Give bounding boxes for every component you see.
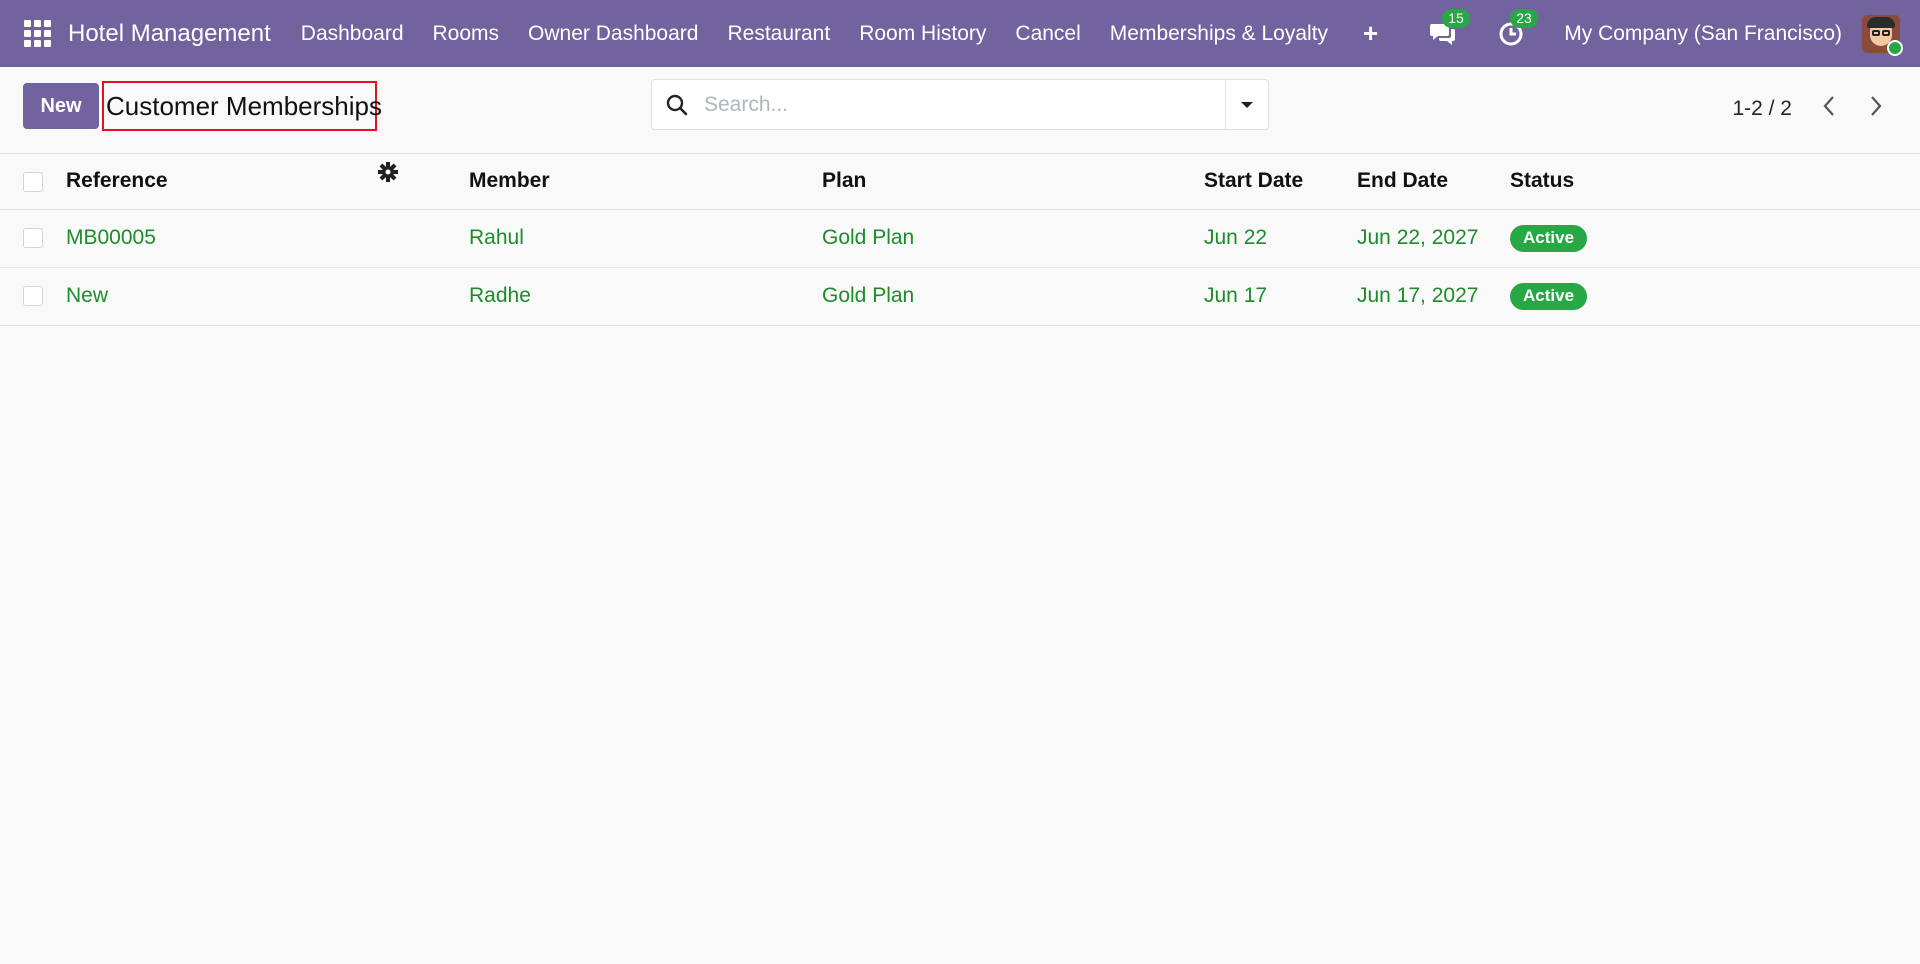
cell-plan[interactable]: Gold Plan: [822, 267, 1204, 326]
column-header-reference[interactable]: Reference: [66, 154, 469, 210]
column-header-status[interactable]: Status: [1510, 154, 1920, 210]
column-header-start-date[interactable]: Start Date: [1204, 154, 1357, 210]
search-input[interactable]: [702, 80, 1225, 129]
new-button[interactable]: New: [23, 83, 99, 129]
row-checkbox[interactable]: [23, 286, 43, 307]
cell-member[interactable]: Rahul: [469, 209, 822, 268]
control-panel: New Customer Memberships 1-2 / 2: [0, 67, 1920, 182]
company-switcher[interactable]: My Company (San Francisco): [1564, 22, 1842, 46]
menu-item-memberships-loyalty[interactable]: Memberships & Loyalty: [1110, 22, 1328, 46]
select-all-checkbox[interactable]: [23, 171, 43, 192]
top-navbar: Hotel Management Dashboard Rooms Owner D…: [0, 0, 1920, 67]
table-header-row: Reference Member Plan Start Date End Dat…: [0, 154, 1920, 210]
row-checkbox[interactable]: [23, 228, 43, 249]
search-options-toggle[interactable]: [1225, 80, 1268, 129]
menu-item-restaurant[interactable]: Restaurant: [727, 22, 830, 46]
online-status-dot: [1887, 39, 1903, 56]
status-badge: Active: [1510, 224, 1588, 252]
cell-start-date[interactable]: Jun 17: [1204, 267, 1357, 326]
table-row[interactable]: New Radhe Gold Plan Jun 17 Jun 17, 2027 …: [0, 267, 1920, 326]
search-bar: [651, 79, 1269, 130]
column-header-plan[interactable]: Plan: [822, 154, 1204, 210]
menu-item-dashboard[interactable]: Dashboard: [301, 22, 404, 46]
menu-item-owner-dashboard[interactable]: Owner Dashboard: [528, 22, 698, 46]
menu-item-cancel[interactable]: Cancel: [1015, 22, 1080, 46]
caret-down-icon: [1241, 101, 1253, 108]
memberships-table: Reference Member Plan Start Date End Dat…: [0, 154, 1920, 326]
messages-button[interactable]: 15: [1428, 8, 1470, 49]
gear-icon[interactable]: [378, 162, 398, 182]
chevron-left-icon[interactable]: [1820, 94, 1838, 118]
column-header-member[interactable]: Member: [469, 154, 822, 210]
column-header-end-date[interactable]: End Date: [1357, 154, 1510, 210]
cell-member[interactable]: Radhe: [469, 267, 822, 326]
cell-start-date[interactable]: Jun 22: [1204, 209, 1357, 268]
cell-end-date[interactable]: Jun 17, 2027: [1357, 267, 1510, 326]
table-row[interactable]: MB00005 Rahul Gold Plan Jun 22 Jun 22, 2…: [0, 209, 1920, 268]
activities-count-badge: 23: [1510, 8, 1538, 28]
menu-item-rooms[interactable]: Rooms: [433, 22, 500, 46]
messages-count-badge: 15: [1442, 8, 1470, 28]
pager-value[interactable]: 1-2 / 2: [1732, 97, 1792, 121]
cell-reference[interactable]: New: [66, 267, 469, 326]
page-title: Customer Memberships: [102, 81, 382, 131]
cell-reference[interactable]: MB00005: [66, 209, 469, 268]
apps-grid-icon[interactable]: [24, 19, 52, 48]
cell-end-date[interactable]: Jun 22, 2027: [1357, 209, 1510, 268]
user-avatar-button[interactable]: [1862, 14, 1903, 56]
list-view: Reference Member Plan Start Date End Dat…: [0, 154, 1920, 326]
cell-plan[interactable]: Gold Plan: [822, 209, 1204, 268]
plus-icon[interactable]: +: [1363, 18, 1378, 49]
activities-button[interactable]: 23: [1496, 8, 1538, 49]
chevron-right-icon[interactable]: [1867, 94, 1885, 118]
search-icon: [652, 80, 702, 129]
status-badge: Active: [1510, 282, 1588, 310]
app-brand[interactable]: Hotel Management: [68, 20, 271, 48]
menu-item-room-history[interactable]: Room History: [859, 22, 986, 46]
